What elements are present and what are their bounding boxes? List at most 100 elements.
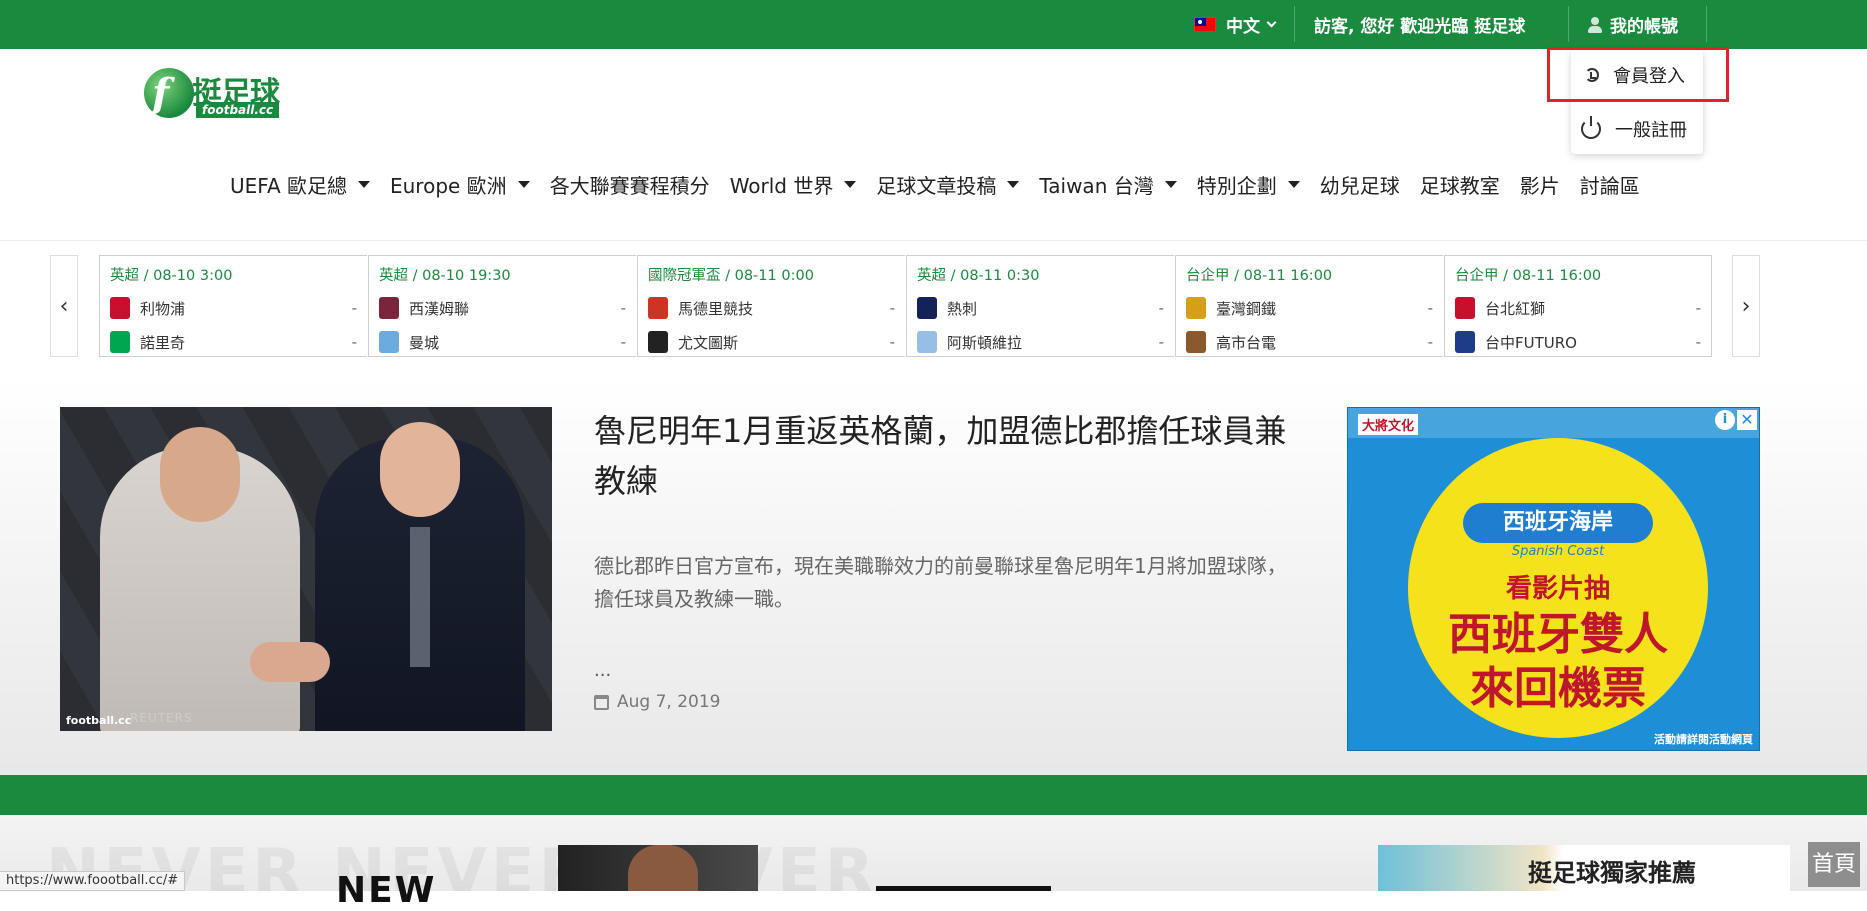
home-score: - (1427, 299, 1433, 317)
away-team: 尤文圖斯 (678, 333, 739, 352)
ticker-next-button[interactable]: › (1732, 255, 1760, 357)
nav-item-label: Taiwan 台灣 (1039, 173, 1154, 198)
match-league: 英超 (379, 268, 408, 284)
caret-down-icon (357, 180, 370, 188)
top-bar: 中文 訪客, 您好 歡迎光臨 挺足球 我的帳號 (0, 0, 1867, 49)
topbar-divider (1706, 6, 1707, 42)
home-score: - (889, 299, 895, 317)
home-team: 台北紅獅 (1485, 299, 1546, 318)
logo-domain-text: football.cc (196, 102, 280, 118)
match-team-row: 馬德里競技 - (648, 291, 895, 325)
match-card[interactable]: 台企甲 / 08-11 16:00 台北紅獅 - 台中FUTURO - (1444, 255, 1712, 357)
team-crest-icon (648, 297, 668, 319)
away-score: - (1158, 333, 1164, 351)
header-divider (0, 240, 1867, 241)
advertisement-banner[interactable]: 大將文化 i ✕ 西班牙海岸 Spanish Coast 看影片抽 西班牙雙人來… (1347, 407, 1760, 751)
away-team: 諾里奇 (140, 333, 186, 352)
match-card[interactable]: 英超 / 08-10 3:00 利物浦 - 諾里奇 - (99, 255, 367, 357)
match-card[interactable]: 英超 / 08-11 0:30 熱刺 - 阿斯頓維拉 - (906, 255, 1174, 357)
article-summary: 德比郡昨日官方宣布，現在美職聯效力的前曼聯球星魯尼明年1月將加盟球隊，擔任球員及… (594, 554, 1287, 611)
language-label: 中文 (1226, 16, 1260, 37)
ticker-prev-button[interactable]: ‹ (50, 255, 78, 357)
away-team: 台中FUTURO (1485, 333, 1577, 352)
caret-down-icon (1007, 180, 1020, 188)
match-header: 台企甲 / 08-11 16:00 (1186, 268, 1333, 284)
my-account-label: 我的帳號 (1610, 17, 1678, 37)
nav-item-5[interactable]: Taiwan 台灣 (1039, 170, 1177, 199)
browser-status-bar: https://www.foootball.cc/# (0, 871, 186, 891)
match-team-row: 諾里奇 - (110, 325, 357, 359)
nav-item-3[interactable]: World 世界 (730, 170, 857, 199)
calendar-icon (594, 694, 609, 710)
match-card[interactable]: 台企甲 / 08-11 16:00 臺灣鋼鐵 - 高市台電 - (1175, 255, 1443, 357)
register-item[interactable]: 一般註冊 (1571, 106, 1703, 152)
match-header: 台企甲 / 08-11 16:00 (1455, 268, 1602, 284)
match-team-row: 西漢姆聯 - (379, 291, 626, 325)
nav-item-label: Europe 歐洲 (389, 173, 507, 198)
match-time: 08-11 0:30 (960, 268, 1040, 284)
ad-info-icon[interactable]: i (1715, 410, 1735, 430)
home-button[interactable]: 首頁 (1808, 842, 1860, 887)
promo-banner-right[interactable]: 挺足球獨家推薦 (1378, 845, 1790, 891)
nav-item-label: 幼兒足球 (1319, 173, 1400, 198)
my-account-button[interactable]: 我的帳號 (1588, 12, 1678, 37)
ad-close-icon[interactable]: ✕ (1737, 410, 1757, 430)
site-logo[interactable]: f 挺足球 football.cc (144, 66, 290, 120)
away-score: - (620, 333, 626, 351)
home-score: - (1695, 299, 1701, 317)
nav-item-8[interactable]: 足球教室 (1420, 170, 1500, 199)
nav-item-9[interactable]: 影片 (1520, 170, 1560, 199)
match-card[interactable]: 國際冠軍盃 / 08-11 0:00 馬德里競技 - 尤文圖斯 - (637, 255, 905, 357)
nav-item-7[interactable]: 幼兒足球 (1320, 170, 1400, 199)
chevron-left-icon: ‹ (59, 293, 69, 319)
match-team-row: 利物浦 - (110, 291, 357, 325)
match-league: 台企甲 (1455, 268, 1499, 284)
article-photo[interactable]: football.cc REUTERS (60, 407, 552, 731)
nav-item-label: 討論區 (1579, 173, 1640, 198)
nav-item-4[interactable]: 足球文章投稿 (876, 170, 1020, 199)
match-team-row: 高市台電 - (1186, 325, 1433, 359)
match-time: 08-10 19:30 (422, 268, 511, 284)
score-ticker: ‹ 英超 / 08-10 3:00 利物浦 - 諾里奇 - 英超 / 08-10 19:3… (50, 253, 1760, 358)
nav-item-label: 各大聯賽賽程積分 (549, 173, 710, 198)
match-time: 08-11 0:00 (734, 268, 814, 284)
home-team: 熱刺 (947, 299, 978, 318)
match-team-row: 阿斯頓維拉 - (917, 325, 1164, 359)
highlight-box (1547, 47, 1729, 102)
section-band (0, 775, 1867, 815)
match-header: 國際冠軍盃 / 08-11 0:00 (648, 268, 814, 284)
taiwan-flag-icon (1194, 16, 1216, 32)
home-score: - (1158, 299, 1164, 317)
away-team: 阿斯頓維拉 (947, 333, 1023, 352)
article-date: Aug 7, 2019 (594, 692, 721, 712)
away-score: - (889, 333, 895, 351)
article-headline[interactable]: 魯尼明年1月重返英格蘭，加盟德比郡擔任球員兼教練 (594, 406, 1294, 506)
nav-item-10[interactable]: 討論區 (1580, 170, 1640, 199)
match-team-row: 尤文圖斯 - (648, 325, 895, 359)
chevron-right-icon: › (1741, 293, 1751, 319)
match-card[interactable]: 英超 / 08-10 19:30 西漢姆聯 - 曼城 - (368, 255, 636, 357)
topbar-divider (1294, 6, 1295, 42)
match-header: 英超 / 08-10 3:00 (110, 268, 233, 284)
user-icon (1588, 16, 1602, 33)
away-score: - (1695, 333, 1701, 351)
nav-item-6[interactable]: 特別企劃 (1197, 170, 1300, 199)
promo-photo[interactable] (558, 845, 758, 891)
photo-watermark: football.cc (66, 714, 132, 727)
match-time: 08-11 16:00 (1243, 268, 1333, 284)
match-header: 英超 / 08-11 0:30 (917, 268, 1040, 284)
match-team-row: 台北紅獅 - (1455, 291, 1701, 325)
welcome-message: 訪客, 您好 歡迎光臨 挺足球 (1314, 17, 1526, 37)
language-selector[interactable]: 中文 (1194, 10, 1277, 38)
caret-down-icon (517, 180, 530, 188)
away-score: - (351, 333, 357, 351)
main-navigation: UEFA 歐足總 Europe 歐洲 各大聯賽賽程積分 World 世界 足球文章投稿 T… (230, 166, 1660, 202)
team-crest-icon (110, 297, 130, 319)
topbar-divider (1568, 6, 1569, 42)
nav-item-1[interactable]: Europe 歐洲 (390, 170, 530, 199)
nav-item-0[interactable]: UEFA 歐足總 (230, 170, 370, 199)
match-league: 英超 (110, 268, 139, 284)
nav-item-2[interactable]: 各大聯賽賽程積分 (550, 170, 710, 199)
home-score: - (351, 299, 357, 317)
match-team-row: 熱刺 - (917, 291, 1164, 325)
